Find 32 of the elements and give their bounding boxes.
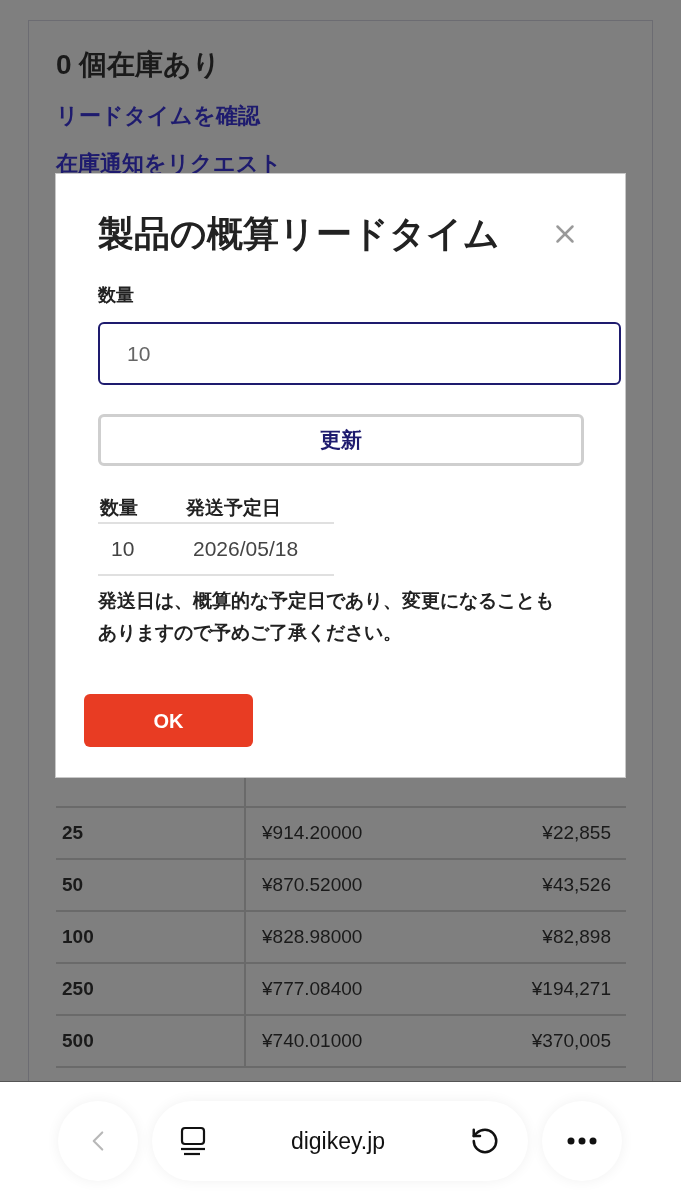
update-button[interactable]: 更新 bbox=[98, 414, 584, 466]
address-bar[interactable]: digikey.jp bbox=[152, 1101, 528, 1181]
quantity-cell-text: 10 bbox=[110, 536, 136, 563]
total-cell-text: ¥370,005 bbox=[531, 1028, 612, 1053]
link[interactable]: リードタイムを確認 bbox=[56, 101, 260, 131]
reload-icon[interactable] bbox=[470, 1126, 500, 1156]
note-text: 発送日は、概算的な予定日であり、変更になることもありますので予めご了承ください。 bbox=[98, 589, 555, 645]
total-cell-text: ¥43,526 bbox=[542, 872, 612, 897]
total-cell-text: ¥194,271 bbox=[531, 976, 612, 1001]
stock-heading: 0 個在庫あり bbox=[56, 49, 223, 81]
ship-date-cell-text: 2026/05/18 bbox=[193, 536, 299, 563]
quantity-cell: 500 bbox=[56, 1016, 246, 1066]
quantity-cell: 25 bbox=[56, 808, 246, 858]
unit-price-cell-text: ¥828.98000 bbox=[261, 924, 364, 949]
ok-button[interactable]: OK bbox=[84, 694, 253, 747]
column-header: 数量 bbox=[99, 496, 139, 520]
quantity-cell: 50 bbox=[56, 860, 246, 910]
unit-price-cell-text: ¥870.52000 bbox=[261, 872, 364, 897]
unit-price-cell-text: ¥914.20000 bbox=[261, 820, 364, 845]
quantity-field[interactable]: 10 bbox=[98, 322, 621, 385]
column-header: 発送予定日 bbox=[186, 496, 281, 520]
tabs-icon[interactable] bbox=[180, 1126, 206, 1156]
url-text: digikey.jp bbox=[289, 1126, 387, 1156]
unit-price-cell-text: ¥740.01000 bbox=[261, 1028, 364, 1053]
quantity-cell: 250 bbox=[56, 964, 246, 1014]
total-cell-text: ¥22,855 bbox=[542, 820, 612, 845]
dialog-title: 製品の概算リードタイム bbox=[98, 212, 500, 256]
quantity-label: 数量 bbox=[98, 284, 134, 307]
quantity-cell: 100 bbox=[56, 912, 246, 962]
more-icon bbox=[567, 1137, 597, 1145]
unit-price-cell-text: ¥777.08400 bbox=[261, 976, 364, 1001]
total-cell-text: ¥82,898 bbox=[542, 924, 612, 949]
